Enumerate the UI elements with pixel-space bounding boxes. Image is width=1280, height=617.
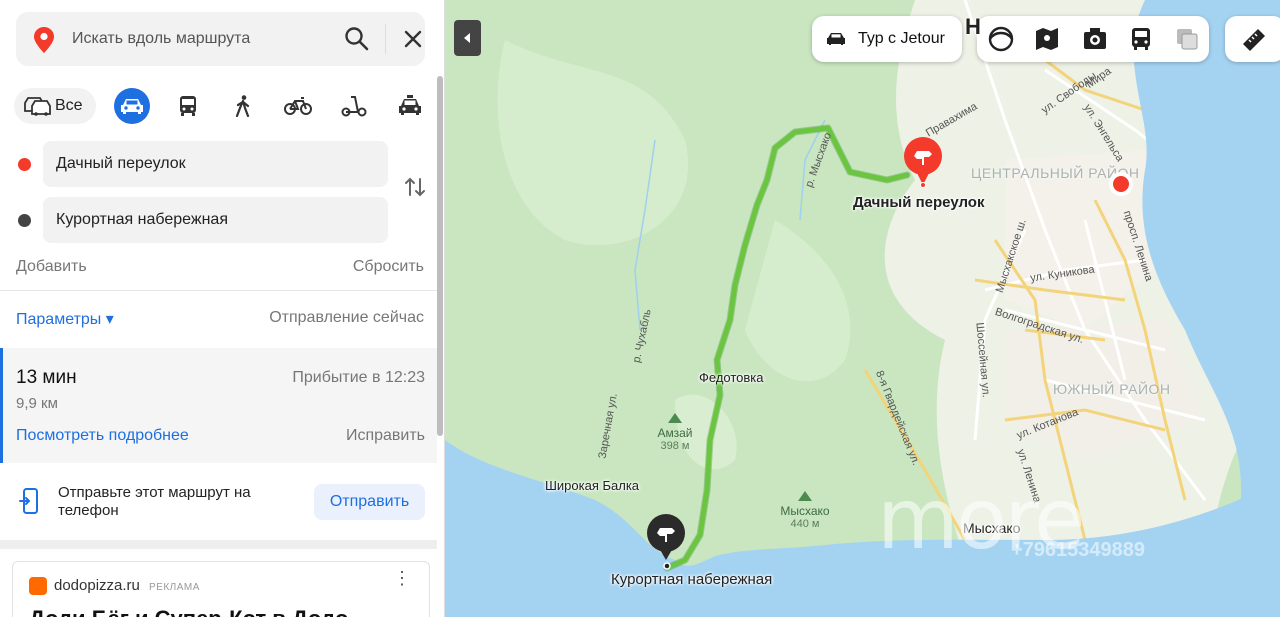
start-point-field[interactable]: Дачный переулок [43, 141, 388, 187]
collapse-panel-button[interactable] [454, 20, 481, 56]
peak-elevation: 440 м [790, 518, 820, 530]
mountain-icon [798, 491, 812, 501]
send-to-phone-row: Отправьте этот маршрут на телефон Отправ… [0, 464, 437, 540]
route-point-start[interactable]: Дачный переулок [18, 141, 388, 187]
panorama-icon[interactable] [987, 25, 1015, 53]
peak-amzai: Амзай 398 м [650, 412, 700, 452]
send-button[interactable]: Отправить [314, 484, 425, 520]
location-pin-icon [34, 27, 54, 53]
transport-mode-bar: Все [14, 88, 424, 124]
village-label: Федотовка [699, 370, 764, 385]
chevron-left-icon [464, 33, 470, 43]
camera-icon[interactable] [1081, 25, 1109, 53]
route-arrival-time: Прибытие в 12:23 [292, 369, 425, 386]
close-icon[interactable] [402, 28, 424, 50]
parameters-dropdown[interactable]: Параметры ▾ [16, 309, 114, 329]
end-point-marker [18, 214, 31, 227]
map-canvas[interactable] [445, 0, 1280, 617]
app: Искать вдоль маршрута Все Дачный переуло… [0, 0, 1280, 617]
route-details-link[interactable]: Посмотреть подробнее [16, 427, 189, 445]
taxi-icon [399, 95, 421, 115]
add-point-link[interactable]: Добавить [16, 258, 87, 276]
mode-walk-button[interactable] [225, 88, 261, 124]
mode-all-label: Все [55, 97, 83, 114]
ad-card[interactable]: dodopizza.ru РЕКЛАМА ⋮ Доди Бёг и Супер-… [12, 561, 430, 617]
peak-elevation: 398 м [660, 440, 690, 452]
route-fix-link[interactable]: Исправить [346, 427, 425, 445]
mode-scooter-button[interactable] [336, 88, 372, 124]
ad-title[interactable]: Доди Бёг и Супер-Кот в Додо [29, 606, 348, 617]
poi-marker-icon[interactable] [1107, 170, 1135, 198]
end-point-label: Курортная набережная [56, 211, 228, 228]
end-marker-icon[interactable] [646, 514, 686, 566]
scooter-icon [341, 96, 367, 117]
watermark-phone: +79615349889 [1011, 539, 1146, 561]
route-point-end[interactable]: Курортная набережная [18, 197, 388, 243]
search-input[interactable]: Искать вдоль маршрута [72, 30, 250, 48]
start-marker-icon[interactable] [903, 137, 943, 189]
route-distance: 9,9 км [16, 395, 58, 412]
tour-label: Тур с Jetour [858, 30, 945, 47]
send-to-phone-text: Отправьте этот маршрут на телефон [58, 484, 251, 519]
route-duration: 13 мин [16, 367, 77, 388]
mode-car-button[interactable] [114, 88, 150, 124]
peak-name: Амзай [657, 426, 693, 440]
city-label-partial: Н [965, 14, 981, 39]
route-option-card[interactable]: 13 мин 9,9 км Прибытие в 12:23 Посмотрет… [0, 348, 437, 463]
map-view[interactable]: Тур с Jetour Н ул. Свободы Мира ул. Энге… [445, 0, 1280, 617]
tour-button[interactable]: Тур с Jetour [812, 16, 962, 62]
end-place-label: Курортная набережная [611, 571, 773, 588]
section-gap [0, 540, 437, 549]
mode-taxi-button[interactable] [392, 88, 428, 124]
peak-name: Мысхако [780, 504, 830, 518]
car-icon [121, 99, 143, 114]
village-label: Широкая Балка [545, 478, 640, 493]
divider [0, 290, 437, 291]
mode-bus-button[interactable] [170, 88, 206, 124]
start-point-marker [18, 158, 31, 171]
dodo-logo-icon [29, 577, 47, 595]
car-icon [827, 33, 845, 45]
start-point-label: Дачный переулок [56, 155, 186, 172]
ad-site[interactable]: dodopizza.ru [54, 577, 140, 594]
ruler-button[interactable] [1225, 16, 1280, 62]
search-divider [385, 24, 386, 54]
all-transport-icon [24, 97, 51, 116]
panel-scrollbar[interactable] [437, 76, 443, 436]
search-icon[interactable] [344, 26, 369, 51]
swap-points-icon[interactable] [404, 176, 426, 198]
ad-tag: РЕКЛАМА [149, 582, 200, 593]
traffic-map-icon[interactable] [1033, 25, 1061, 53]
district-label-south: ЮЖНЫЙ РАЙОН [1053, 381, 1171, 397]
layers-icon[interactable] [1173, 25, 1201, 53]
bus-icon [180, 96, 196, 116]
mode-bike-button[interactable] [280, 88, 316, 124]
phone-send-icon [19, 488, 38, 514]
peak-myskhako: Мысхако 440 м [775, 490, 835, 530]
walk-icon [235, 95, 250, 117]
mountain-icon [668, 413, 682, 423]
transit-icon[interactable] [1127, 25, 1155, 53]
bike-icon [284, 97, 312, 115]
ruler-icon [1243, 29, 1265, 51]
departure-time-selector[interactable]: Отправление сейчас [269, 309, 424, 327]
route-search-box[interactable]: Искать вдоль маршрута [16, 12, 425, 66]
reset-link[interactable]: Сбросить [353, 258, 424, 276]
end-point-field[interactable]: Курортная набережная [43, 197, 388, 243]
route-panel: Искать вдоль маршрута Все Дачный переуло… [0, 0, 445, 617]
map-layers-toolbar [977, 16, 1209, 62]
start-place-label: Дачный переулок [853, 194, 985, 211]
more-menu-icon[interactable]: ⋮ [393, 569, 411, 587]
mode-all-button[interactable]: Все [14, 88, 96, 124]
